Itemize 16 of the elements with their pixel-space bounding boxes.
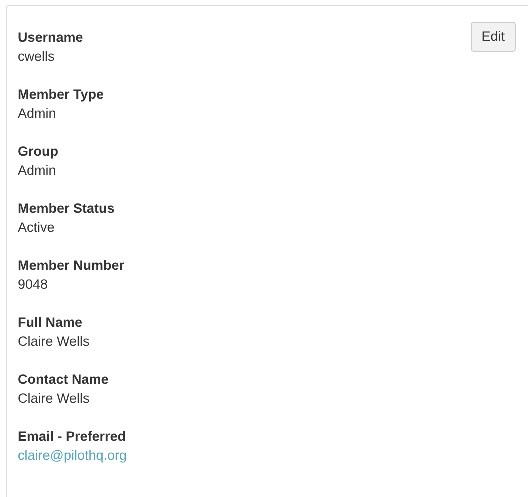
field-label: Member Type [18,86,104,104]
field-label: Member Status [18,200,115,218]
field-value: Active [18,218,55,236]
field-label: Username [18,29,84,47]
field-value: Claire Wells [18,332,90,350]
field-value: Admin [18,104,56,122]
field-value: cwells [18,48,55,66]
field-label: Contact Name [18,371,109,389]
edit-button[interactable]: Edit [470,22,516,52]
field-label: Member Number [18,257,125,275]
field-label: Email - Preferred [18,428,126,446]
field-value: Admin [18,162,56,180]
field-value: Claire Wells [18,390,90,408]
field-value: 9048 [18,276,48,294]
field-label: Full Name [18,314,83,332]
field-label: Group [18,143,58,161]
